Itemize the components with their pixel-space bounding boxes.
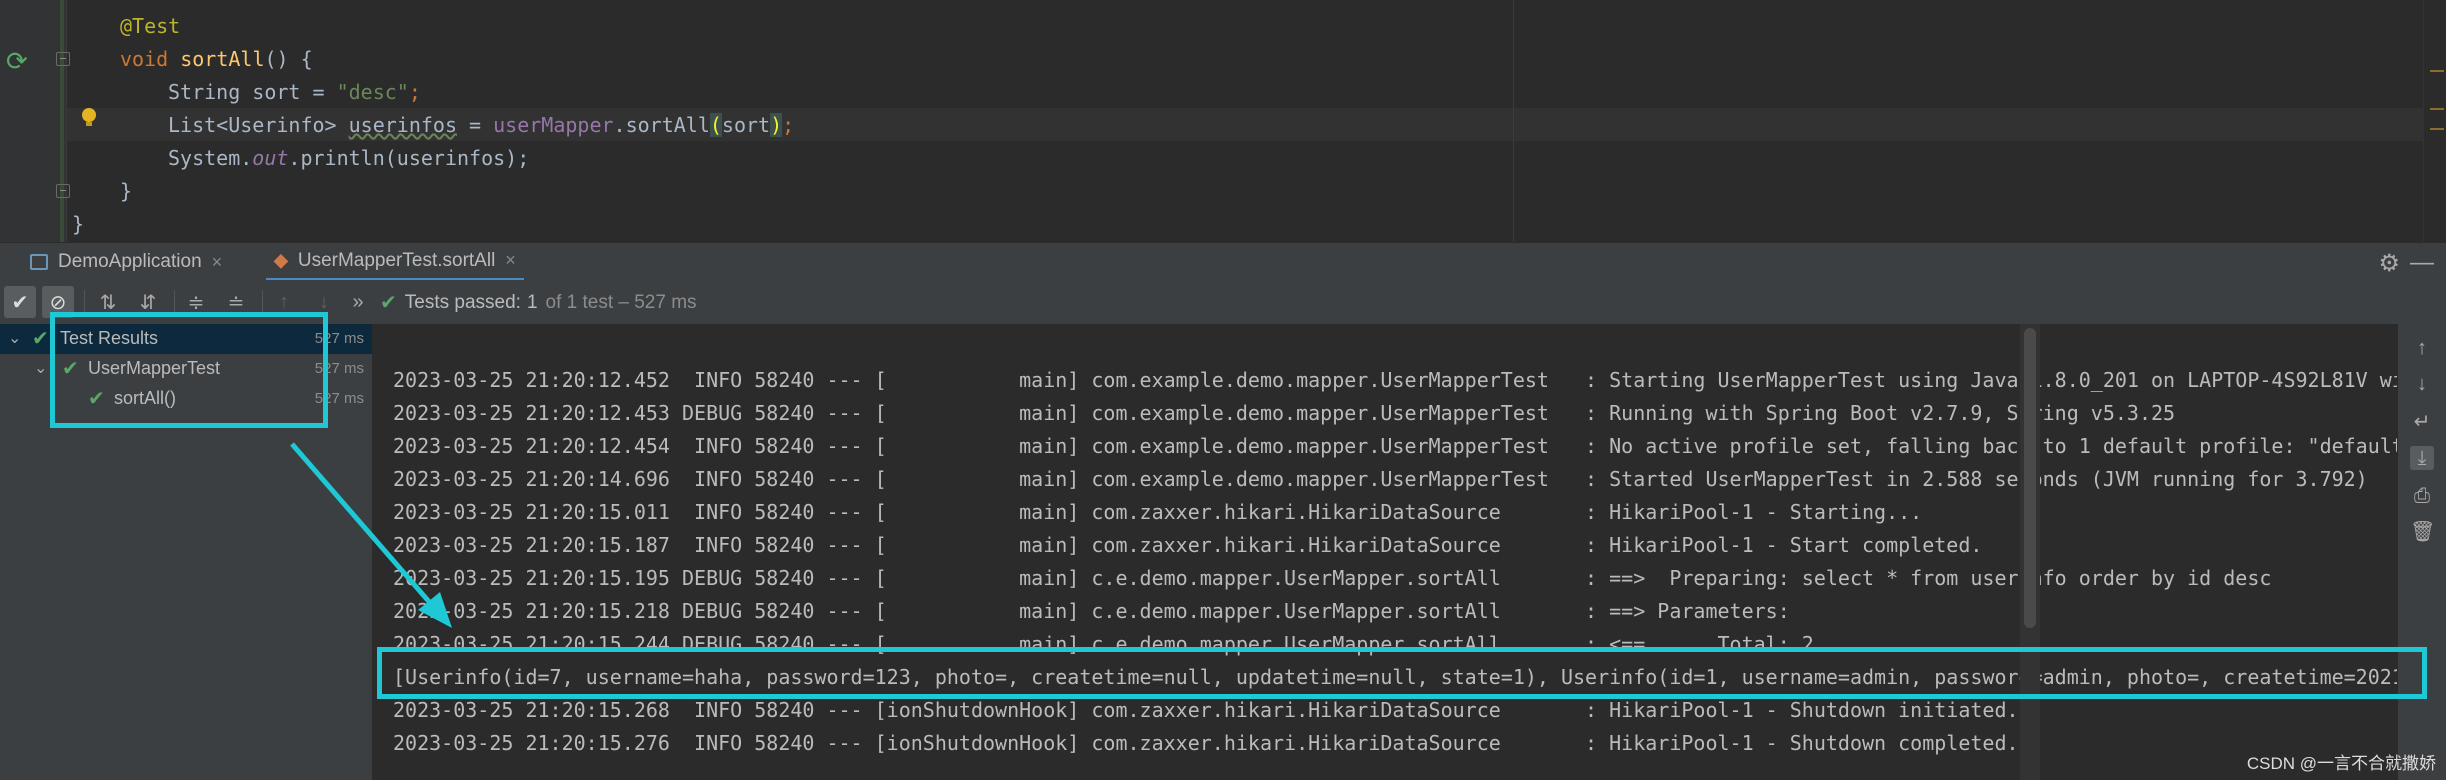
annotation-arrow bbox=[290, 442, 440, 614]
annotation-arrow-layer bbox=[290, 442, 452, 628]
watermark: CSDN @一言不合就撒娇 bbox=[2246, 754, 2436, 773]
